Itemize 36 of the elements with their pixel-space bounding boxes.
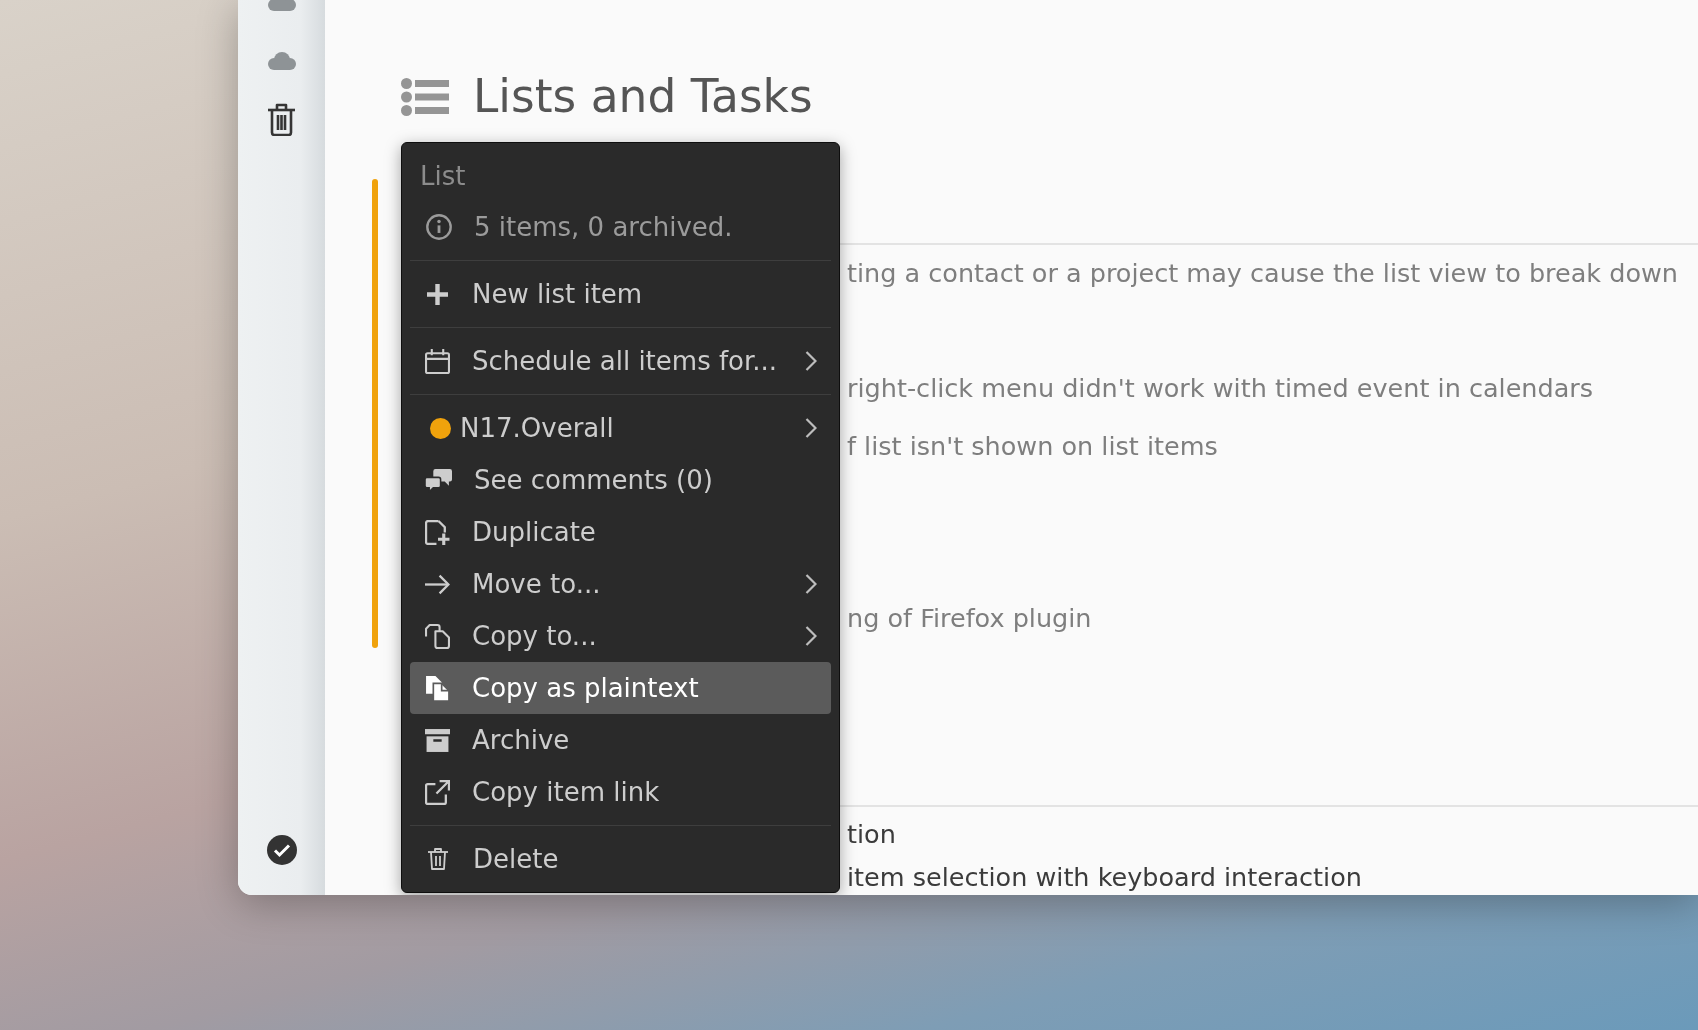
calendar-icon <box>425 348 450 374</box>
page-title: Lists and Tasks <box>473 70 813 124</box>
task-text[interactable]: right-click menu didn't work with timed event in calendars <box>847 360 1594 418</box>
task-text[interactable]: ting a contact or a project may cause the list view to break down <box>847 245 1679 303</box>
cloud-icon[interactable] <box>266 0 297 11</box>
task-text[interactable]: item selection with keyboard interaction <box>847 861 1362 892</box>
documents-icon <box>425 623 450 649</box>
menu-item[interactable]: Schedule all items for... <box>410 335 831 387</box>
menu-item[interactable]: Copy to... <box>410 610 831 662</box>
trash-icon <box>428 848 448 870</box>
external-link-icon <box>425 779 450 805</box>
menu-item[interactable]: Duplicate <box>410 506 831 558</box>
plus-icon <box>427 283 448 305</box>
task-text[interactable]: f list isn't shown on list items <box>847 417 1218 475</box>
menu-item[interactable]: New list item <box>410 268 831 320</box>
menu-item[interactable]: Copy item link <box>410 766 831 818</box>
list-summary: 5 items, 0 archived. <box>474 212 733 242</box>
archive-box-icon <box>425 728 450 752</box>
list-icon <box>401 78 449 116</box>
document-plus-icon <box>425 519 450 545</box>
trash-icon[interactable] <box>268 103 295 136</box>
speech-bubbles-icon <box>425 467 452 493</box>
task-text[interactable]: ng of Firefox plugin <box>847 590 1092 648</box>
menu-item[interactable]: See comments (0) <box>410 454 831 506</box>
menu-item[interactable]: Archive <box>410 714 831 766</box>
menu-item[interactable]: N17.Overall <box>410 402 831 454</box>
documents-icon <box>425 675 450 701</box>
menu-item[interactable]: Delete <box>410 833 831 885</box>
check-circle-icon[interactable] <box>266 835 297 865</box>
info-icon <box>426 214 452 240</box>
arrow-right-icon <box>425 573 450 595</box>
menu-heading: List <box>419 160 466 193</box>
task-text[interactable]: tion <box>847 806 896 861</box>
menu-item[interactable]: Move to... <box>410 558 831 610</box>
menu-item[interactable]: Copy as plaintext <box>410 662 831 714</box>
cloud-icon[interactable] <box>266 52 297 70</box>
